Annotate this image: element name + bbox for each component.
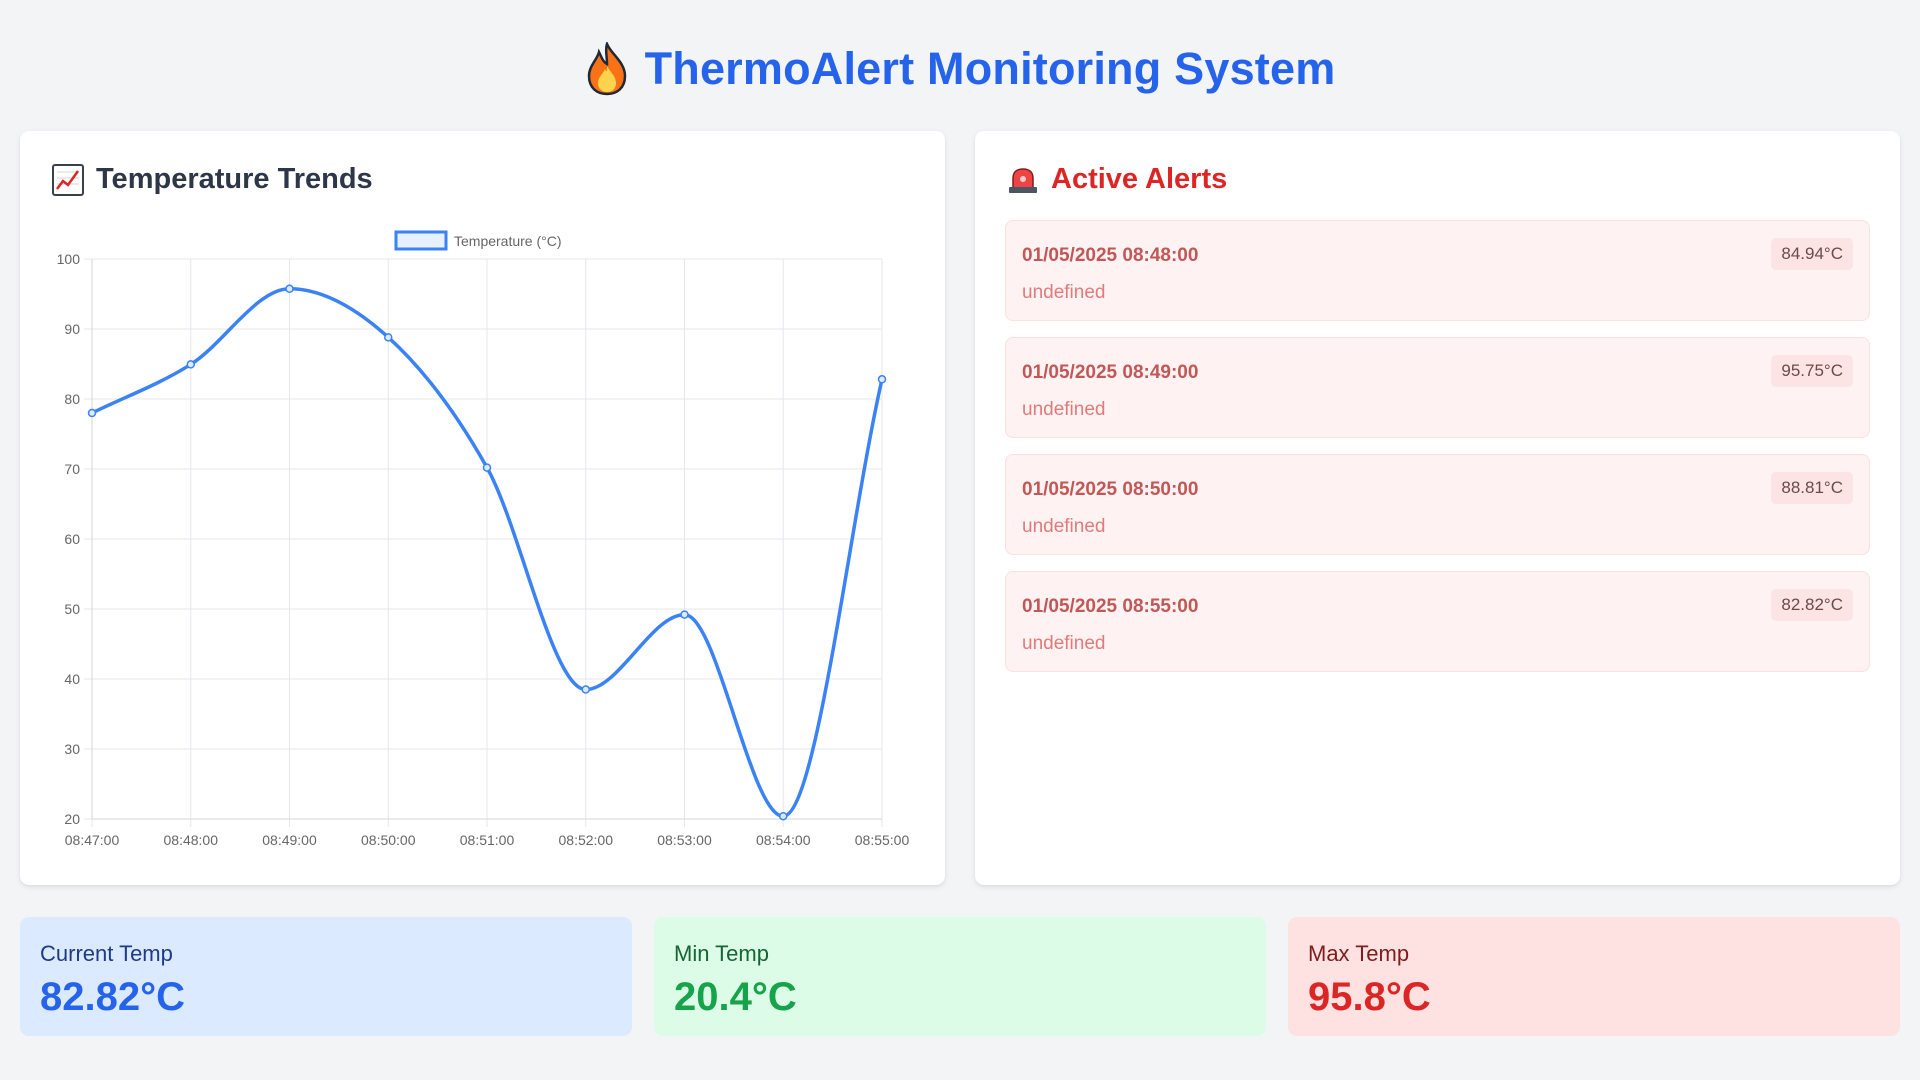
y-tick-label: 50 xyxy=(64,601,80,617)
max-temp-label: Max Temp xyxy=(1308,941,1410,966)
alert-item[interactable]: 01/05/2025 08:50:00 undefined 88.81°C xyxy=(1005,454,1870,555)
max-temp-card: Max Temp 95.8°C xyxy=(1288,917,1900,1036)
alert-timestamp: 01/05/2025 08:49:00 xyxy=(1022,362,1199,383)
y-tick-label: 60 xyxy=(64,531,80,547)
y-tick-label: 80 xyxy=(64,391,80,407)
y-tick-label: 40 xyxy=(64,671,80,687)
y-tick-label: 20 xyxy=(64,811,80,827)
alert-message: undefined xyxy=(1022,633,1106,654)
data-point xyxy=(779,811,788,821)
x-tick-label: 08:48:00 xyxy=(164,832,219,848)
min-temp-label: Min Temp xyxy=(674,941,769,966)
alert-message: undefined xyxy=(1022,516,1106,537)
alert-item[interactable]: 01/05/2025 08:48:00 undefined 84.94°C xyxy=(1005,220,1870,321)
active-alerts-card: Active Alerts 01/05/2025 08:48:00 undefi… xyxy=(975,131,1900,885)
data-point xyxy=(680,610,689,619)
y-tick-label: 70 xyxy=(64,461,80,477)
y-tick-label: 30 xyxy=(64,741,80,757)
alert-timestamp: 01/05/2025 08:48:00 xyxy=(1022,245,1199,266)
alert-list: 01/05/2025 08:48:00 undefined 84.94°C 01… xyxy=(1005,220,1870,688)
x-tick-label: 08:53:00 xyxy=(657,832,712,848)
x-tick-label: 08:55:00 xyxy=(855,832,910,848)
x-tick-label: 08:54:00 xyxy=(756,832,811,848)
alert-message: undefined xyxy=(1022,282,1106,303)
data-point xyxy=(87,408,97,418)
alert-temp-badge: 84.94°C xyxy=(1771,238,1853,270)
data-point xyxy=(384,333,393,342)
alert-timestamp: 01/05/2025 08:50:00 xyxy=(1022,479,1199,500)
x-tick-label: 08:50:00 xyxy=(361,832,416,848)
current-temp-label: Current Temp xyxy=(40,941,173,966)
alert-item[interactable]: 01/05/2025 08:49:00 undefined 95.75°C xyxy=(1005,337,1870,438)
min-temp-value: 20.4°C xyxy=(674,975,797,1019)
alerts-heading: Active Alerts xyxy=(1007,163,1227,196)
x-tick-label: 08:47:00 xyxy=(65,832,120,848)
legend-swatch xyxy=(394,230,448,251)
fire-icon xyxy=(587,42,626,96)
data-point xyxy=(877,375,887,384)
current-temp-card: Current Temp 82.82°C xyxy=(20,917,632,1036)
alert-timestamp: 01/05/2025 08:55:00 xyxy=(1022,596,1199,617)
page-title: ThermoAlert Monitoring System xyxy=(644,43,1336,94)
x-tick-label: 08:49:00 xyxy=(262,832,317,848)
x-tick-label: 08:52:00 xyxy=(559,832,614,848)
data-point xyxy=(581,685,590,694)
temperature-trends-card: Temperature Trends 20 30 40 50 60 70 80 90 100 08… xyxy=(20,131,945,885)
y-tick-label: 90 xyxy=(64,321,80,337)
x-tick-label: 08:51:00 xyxy=(460,832,515,848)
alert-temp-badge: 82.82°C xyxy=(1771,589,1853,621)
alert-item[interactable]: 01/05/2025 08:55:00 undefined 82.82°C xyxy=(1005,571,1870,672)
data-point xyxy=(186,360,195,369)
data-point xyxy=(285,284,294,293)
temperature-line-chart: 20 30 40 50 60 70 80 90 100 08:47:00 08:48:00 08:49… xyxy=(57,230,910,848)
min-temp-card: Min Temp 20.4°C xyxy=(654,917,1266,1036)
app-header: ThermoAlert Monitoring System xyxy=(0,36,1920,102)
data-point xyxy=(482,463,492,472)
alerts-title: Active Alerts xyxy=(1051,163,1228,195)
max-temp-value: 95.8°C xyxy=(1308,975,1431,1019)
y-tick-label: 100 xyxy=(57,251,81,267)
alert-message: undefined xyxy=(1022,399,1106,420)
current-temp-value: 82.82°C xyxy=(40,975,185,1019)
legend-label: Temperature (°C) xyxy=(454,233,562,249)
alert-temp-badge: 95.75°C xyxy=(1771,355,1853,387)
police-light-icon xyxy=(1009,167,1037,193)
alert-temp-badge: 88.81°C xyxy=(1771,472,1853,504)
